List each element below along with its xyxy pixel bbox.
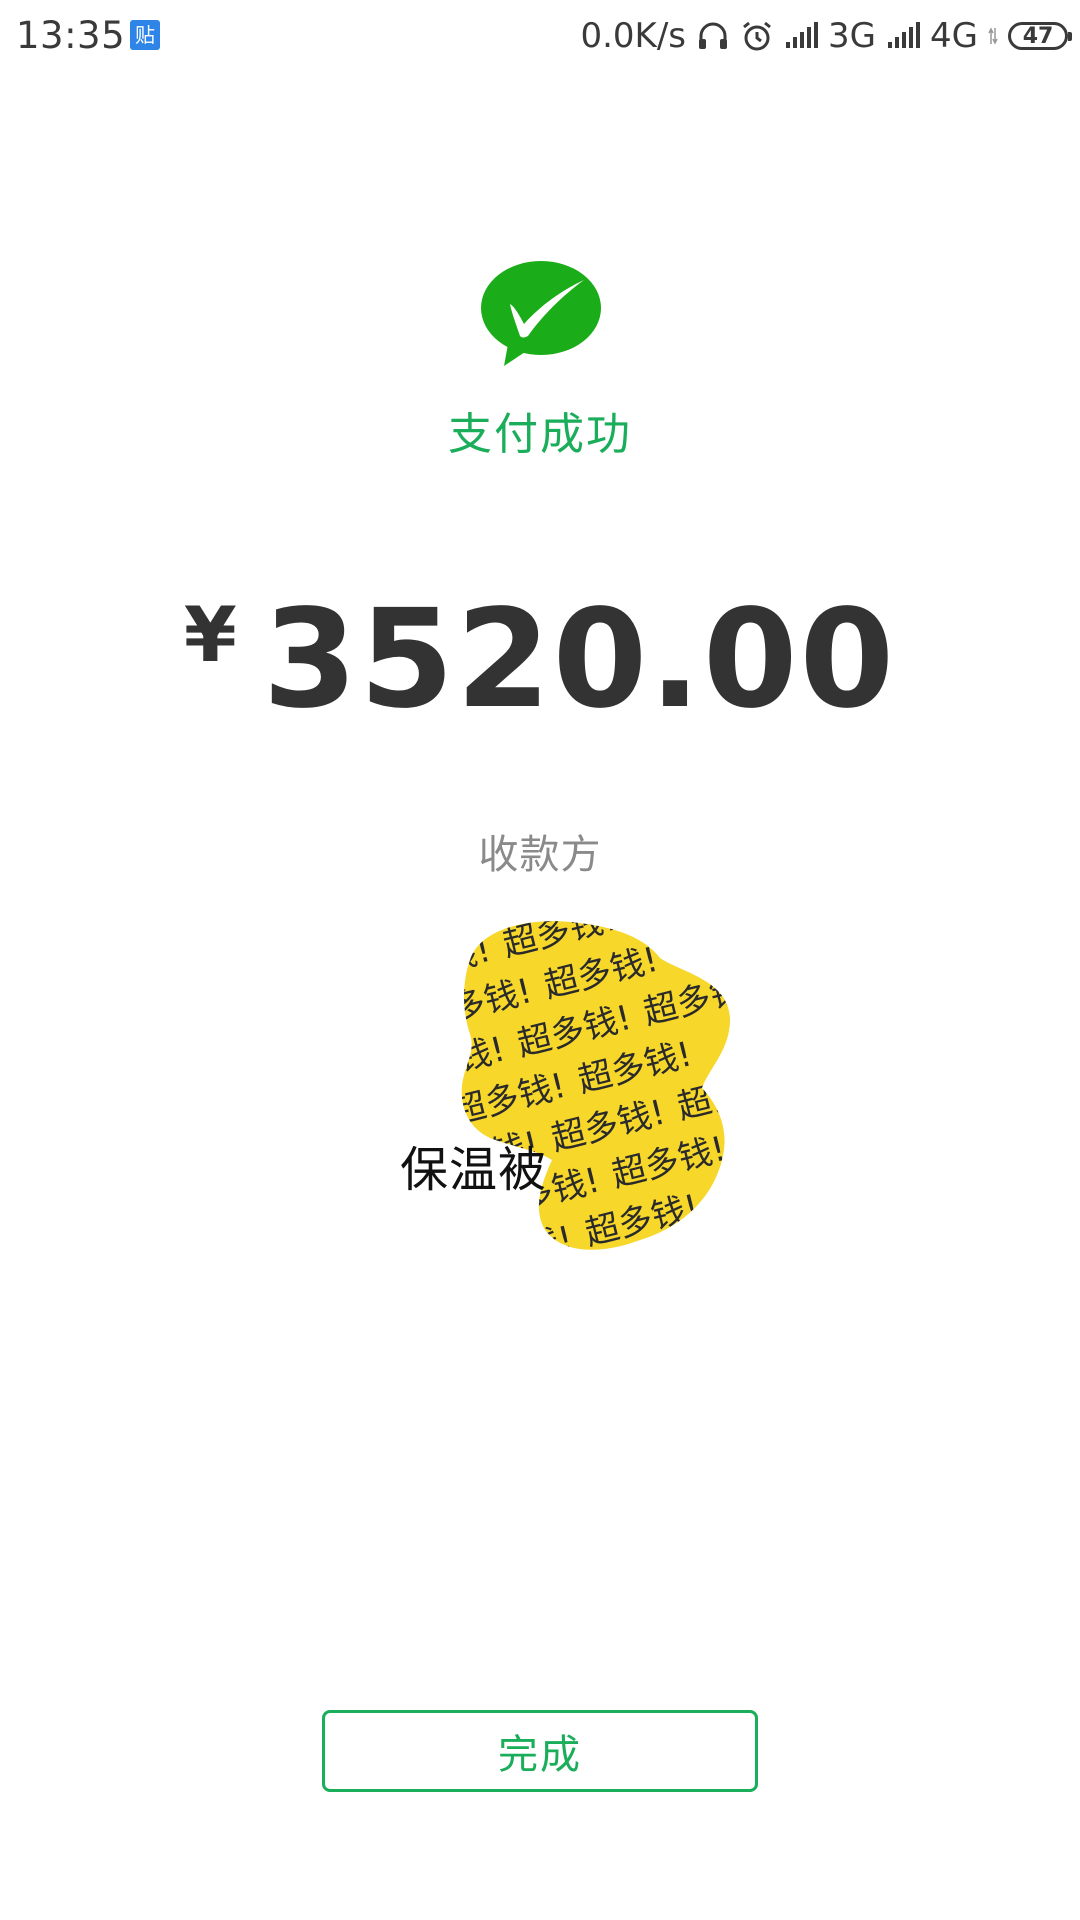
amount-value: 3520.00	[262, 581, 897, 739]
currency-symbol: ¥	[183, 590, 237, 679]
tieba-notification-icon: 贴	[130, 20, 160, 50]
battery-icon: 47	[1008, 22, 1072, 50]
network-type-1: 3G	[828, 16, 877, 56]
status-time: 13:35	[16, 14, 126, 57]
signal-strength-icon	[784, 22, 819, 50]
payee-avatar-sticker: 超多钱! 超多钱! 超多钱! 超多钱! 超多钱! 超多钱! 超多钱! 超多钱! …	[440, 910, 740, 1260]
status-bar: 13:35 贴 0.0K/s 3G 4G 47	[0, 0, 1080, 76]
sticker-text-row: 超多钱!	[525, 1252, 647, 1260]
payee-name: 保温被	[400, 1142, 548, 1198]
payee-label: 收款方	[478, 832, 602, 878]
sticker-text-row: 超多钱!	[455, 1218, 577, 1260]
payment-amount: ¥ 3520.00	[0, 584, 1080, 728]
payment-success-title: 支付成功	[448, 409, 632, 460]
wechat-pay-check-icon	[478, 258, 604, 370]
done-button[interactable]: 完成	[322, 1710, 758, 1792]
network-speed: 0.0K/s	[580, 16, 687, 56]
headphones-icon	[696, 19, 730, 53]
data-activity-icon	[988, 26, 998, 46]
sticker-text-row: 超多钱!	[625, 910, 740, 934]
alarm-icon	[740, 19, 774, 53]
status-indicators: 0.0K/s 3G 4G 47	[570, 14, 1072, 58]
network-type-2: 4G	[930, 16, 978, 56]
signal-strength-icon	[886, 22, 921, 50]
battery-level: 47	[1008, 22, 1072, 50]
